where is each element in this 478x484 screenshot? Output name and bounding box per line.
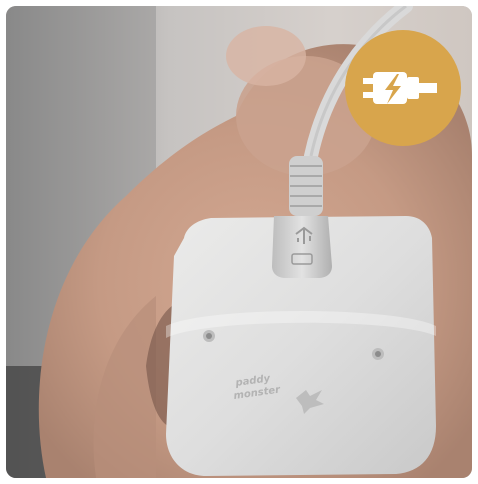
product-photo: paddy monster: [6, 6, 472, 478]
usb-charging-icon: [363, 72, 437, 104]
cable-strain-relief: [289, 156, 323, 216]
image-frame: paddy monster: [0, 0, 478, 484]
usb-charging-badge: [345, 30, 461, 146]
usb-plug: [272, 216, 332, 278]
